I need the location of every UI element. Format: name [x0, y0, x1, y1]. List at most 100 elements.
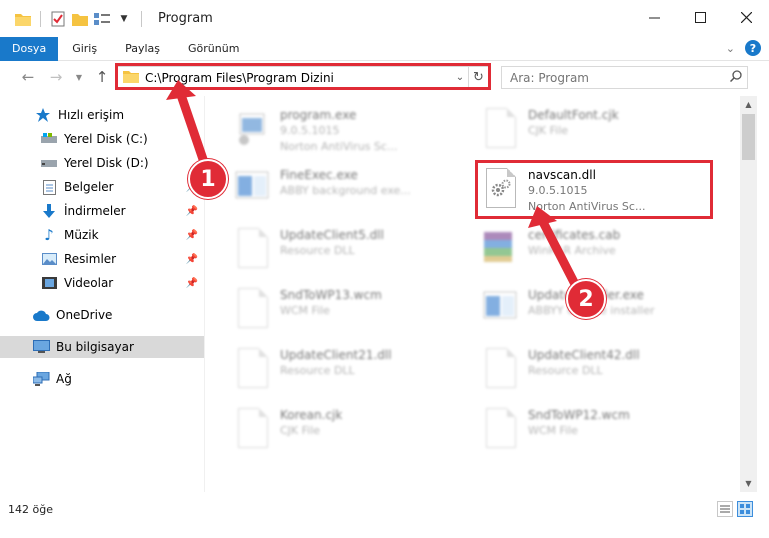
file-item[interactable]: program.exe 9.0.5.1015 Norton AntiVirus … — [230, 104, 470, 160]
pin-icon[interactable]: 📌 — [186, 230, 198, 241]
sidebar-item-label: Müzik — [64, 228, 99, 242]
customize-toolbar-dropdown-icon[interactable]: ▼ — [115, 10, 133, 28]
expand-ribbon-icon[interactable]: ⌄ — [726, 42, 735, 55]
file-type: CJK File — [280, 424, 321, 437]
sidebar-item-local-disk-d[interactable]: Yerel Disk (D:) — [0, 152, 204, 174]
file-item[interactable]: Korean.cjk CJK File — [230, 404, 470, 460]
sidebar-item-pictures[interactable]: Resimler 📌 — [0, 248, 204, 270]
network-icon — [32, 371, 50, 387]
dll-gear-file-icon — [478, 344, 522, 396]
file-list: program.exe 9.0.5.1015 Norton AntiVirus … — [210, 96, 740, 492]
file-name: Korean.cjk — [280, 408, 343, 422]
sidebar-item-network[interactable]: Ağ — [0, 368, 204, 390]
new-folder-icon[interactable] — [71, 10, 89, 28]
maximize-button[interactable] — [677, 0, 723, 37]
minimize-icon — [648, 11, 660, 27]
sidebar-item-documents[interactable]: Belgeler 📌 — [0, 176, 204, 198]
sidebar-item-label: Resimler — [64, 252, 117, 266]
pin-icon[interactable]: 📌 — [186, 206, 198, 217]
maximize-icon — [694, 11, 706, 27]
file-item[interactable]: UpdateClient5.dll Resource DLL — [230, 224, 470, 280]
tab-giris[interactable]: Giriş — [58, 37, 111, 61]
chevron-up-icon: ▲ — [745, 100, 752, 109]
file-item[interactable]: SndToWP13.wcm WCM File — [230, 284, 470, 340]
up-button[interactable]: ↑ — [92, 67, 112, 87]
back-button[interactable]: ← — [18, 67, 38, 87]
window-title: Program — [158, 11, 213, 26]
file-name: UpdateClient42.dll — [528, 348, 640, 362]
archive-file-icon — [478, 224, 522, 276]
pane-divider[interactable] — [204, 96, 205, 492]
vertical-scrollbar[interactable]: ▲ ▼ — [740, 96, 757, 492]
file-version: 9.0.5.1015 — [280, 124, 340, 137]
file-name: DefaultFont.cjk — [528, 108, 619, 122]
tiles-view-button[interactable] — [737, 501, 753, 517]
document-file-icon — [478, 404, 522, 456]
navigation-pane: Hızlı erişim Yerel Disk (C:) Yerel Disk … — [0, 96, 204, 492]
details-view-button[interactable] — [717, 501, 733, 517]
arrow-up-icon: ↑ — [95, 68, 109, 86]
toolbar-separator — [141, 10, 142, 27]
address-highlight-box — [115, 63, 491, 90]
sidebar-item-quick-access[interactable]: Hızlı erişim — [0, 104, 204, 126]
file-name: certificates.cab — [528, 228, 621, 242]
documents-icon — [40, 179, 58, 195]
search-box[interactable] — [501, 66, 748, 89]
document-file-icon — [230, 284, 274, 336]
quick-access-toolbar: ▼ Program — [0, 0, 213, 37]
arrow-right-icon: → — [49, 68, 63, 86]
window-controls — [631, 0, 769, 37]
close-button[interactable] — [723, 0, 769, 37]
music-icon: ♪ — [44, 226, 54, 244]
file-type: WinRAR Archive — [528, 244, 616, 257]
file-type: ABBY background exe... — [280, 184, 411, 197]
forward-button[interactable]: → — [46, 67, 66, 87]
exe-file-icon — [230, 164, 274, 216]
properties-icon[interactable] — [49, 10, 67, 28]
help-button[interactable]: ? — [745, 40, 761, 56]
chevron-down-icon: ▼ — [745, 479, 752, 488]
sidebar-item-local-disk-c[interactable]: Yerel Disk (C:) — [0, 128, 204, 150]
file-item[interactable]: SndToWP12.wcm WCM File — [478, 404, 718, 460]
document-file-icon — [478, 104, 522, 156]
sidebar-item-label: İndirmeler — [64, 204, 126, 218]
sidebar-item-videos[interactable]: Videolar 📌 — [0, 272, 204, 294]
pin-icon[interactable]: 📌 — [186, 278, 198, 289]
sidebar-item-label: Hızlı erişim — [58, 108, 125, 122]
sidebar-item-this-pc[interactable]: Bu bilgisayar — [0, 336, 204, 358]
tab-dosya[interactable]: Dosya — [0, 36, 59, 61]
scroll-thumb[interactable] — [742, 114, 755, 160]
file-item[interactable]: FineExec.exe ABBY background exe... — [230, 164, 470, 220]
file-item[interactable]: certificates.cab WinRAR Archive — [478, 224, 718, 280]
sidebar-item-label: Videolar — [64, 276, 114, 290]
file-type: Resource DLL — [280, 244, 355, 257]
file-name: UpdateClient5.dll — [280, 228, 384, 242]
step-badge-2: 2 — [566, 279, 606, 319]
sidebar-item-music[interactable]: ♪ Müzik 📌 — [0, 224, 204, 246]
scroll-up-button[interactable]: ▲ — [740, 96, 757, 113]
scroll-down-button[interactable]: ▼ — [740, 475, 757, 492]
view-options-icon[interactable] — [93, 10, 111, 28]
pictures-icon — [40, 251, 58, 267]
pin-icon[interactable]: 📌 — [186, 254, 198, 265]
sidebar-item-label: Ağ — [56, 372, 72, 386]
view-switcher — [717, 501, 753, 517]
sidebar-item-downloads[interactable]: İndirmeler 📌 — [0, 200, 204, 222]
step-badge-1: 1 — [188, 159, 228, 199]
tab-gorunum[interactable]: Görünüm — [174, 37, 253, 61]
file-item[interactable]: UpdateClient42.dll Resource DLL — [478, 344, 718, 400]
tab-paylas[interactable]: Paylaş — [111, 37, 174, 61]
recent-locations-button[interactable]: ▼ — [72, 67, 86, 87]
search-input[interactable] — [510, 67, 725, 88]
folder-icon — [14, 10, 32, 28]
file-type: Resource DLL — [528, 364, 603, 377]
item-count: 142 öğe — [8, 502, 53, 516]
file-type: Resource DLL — [280, 364, 355, 377]
arrow-left-icon: ← — [21, 68, 35, 86]
file-item[interactable]: DefaultFont.cjk CJK File — [478, 104, 718, 160]
minimize-button[interactable] — [631, 0, 677, 37]
file-name: program.exe — [280, 108, 357, 122]
sidebar-item-onedrive[interactable]: OneDrive — [0, 304, 204, 326]
navscan-highlight-box — [475, 160, 713, 219]
file-item[interactable]: UpdateClient21.dll Resource DLL — [230, 344, 470, 400]
